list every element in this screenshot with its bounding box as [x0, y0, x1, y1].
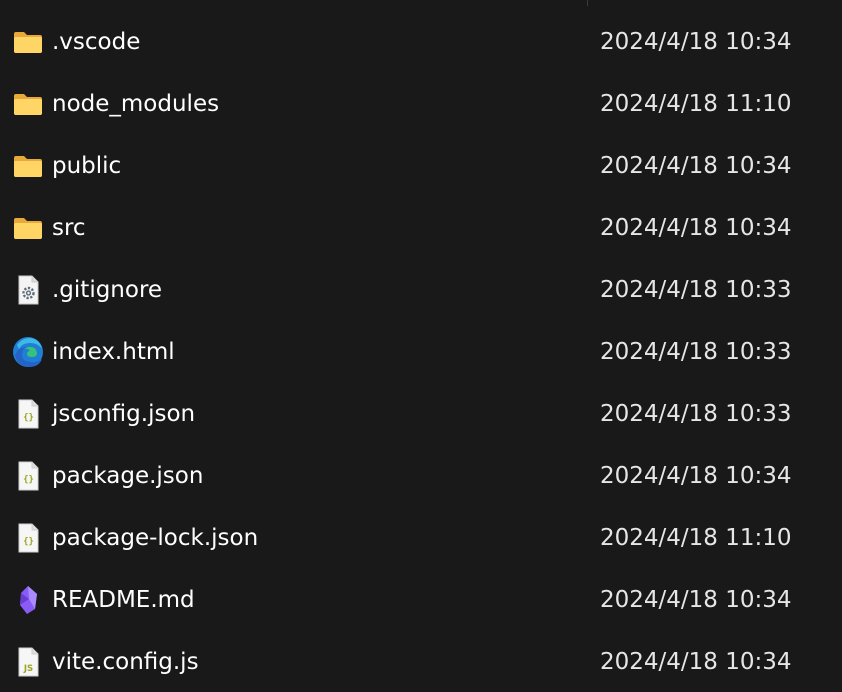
- file-name[interactable]: vite.config.js: [52, 645, 199, 679]
- file-row-src[interactable]: {} JS src 2024/4/18 10:34: [0, 197, 842, 259]
- file-row-readme-md[interactable]: {} JS README.md 2024/4/18 10:34: [0, 569, 842, 631]
- file-date-modified: 2024/4/18 10:33: [600, 339, 792, 365]
- file-name[interactable]: package-lock.json: [52, 521, 258, 555]
- file-row-index-html[interactable]: {} JS index.html 2024/4/18 10:33: [0, 321, 842, 383]
- folder-icon: {} JS: [10, 88, 46, 120]
- json-file-icon: {} JS: [10, 398, 46, 430]
- file-row-gitignore[interactable]: {} JS .gitignore 2024/4/18 10:33: [0, 259, 842, 321]
- folder-icon: {} JS: [10, 150, 46, 182]
- file-name[interactable]: .vscode: [52, 25, 140, 59]
- file-name[interactable]: .gitignore: [52, 273, 162, 307]
- js-file-icon: {} JS: [10, 646, 46, 678]
- file-name[interactable]: public: [52, 149, 121, 183]
- file-date-modified: 2024/4/18 10:34: [600, 649, 792, 675]
- file-date-modified: 2024/4/18 10:34: [600, 153, 792, 179]
- file-date-modified: 2024/4/18 10:34: [600, 215, 792, 241]
- file-date-modified: 2024/4/18 11:10: [600, 91, 792, 117]
- file-name[interactable]: README.md: [52, 583, 195, 617]
- svg-text:JS: JS: [23, 664, 33, 674]
- file-name[interactable]: package.json: [52, 459, 203, 493]
- edge-browser-icon: {} JS: [10, 336, 46, 368]
- json-file-icon: {} JS: [10, 460, 46, 492]
- file-row-node-modules[interactable]: {} JS node_modules 2024/4/18 11:10: [0, 73, 842, 135]
- file-row-package-json[interactable]: {} JS package.json 2024/4/18 10:34: [0, 445, 842, 507]
- file-date-modified: 2024/4/18 10:34: [600, 463, 792, 489]
- file-date-modified: 2024/4/18 11:10: [600, 525, 792, 551]
- file-row-public[interactable]: {} JS public 2024/4/18 10:34: [0, 135, 842, 197]
- file-name[interactable]: jsconfig.json: [52, 397, 195, 431]
- folder-icon: {} JS: [10, 212, 46, 244]
- file-date-modified: 2024/4/18 10:33: [600, 277, 792, 303]
- file-list: {} JS .vscode 2024/4/18 10:34: [0, 11, 842, 692]
- column-divider[interactable]: [587, 0, 588, 6]
- file-row-jsconfig-json[interactable]: {} JS jsconfig.json 2024/4/18 10:33: [0, 383, 842, 445]
- svg-text:{}: {}: [23, 537, 34, 547]
- file-date-modified: 2024/4/18 10:33: [600, 401, 792, 427]
- file-name[interactable]: src: [52, 211, 86, 245]
- file-name[interactable]: index.html: [52, 335, 175, 369]
- json-file-icon: {} JS: [10, 522, 46, 554]
- file-date-modified: 2024/4/18 10:34: [600, 587, 792, 613]
- file-row-vite-config-js[interactable]: {} JS vite.config.js 2024/4/18 10:34: [0, 631, 842, 692]
- file-name[interactable]: node_modules: [52, 87, 219, 121]
- folder-icon: {} JS: [10, 26, 46, 58]
- svg-text:{}: {}: [23, 413, 34, 423]
- file-row-vscode[interactable]: {} JS .vscode 2024/4/18 10:34: [0, 11, 842, 73]
- obsidian-md-icon: {} JS: [10, 584, 46, 616]
- settings-file-icon: {} JS: [10, 274, 46, 306]
- file-date-modified: 2024/4/18 10:34: [600, 29, 792, 55]
- file-row-package-lock-json[interactable]: {} JS package-lock.json 2024/4/18 11:10: [0, 507, 842, 569]
- svg-text:{}: {}: [23, 475, 34, 485]
